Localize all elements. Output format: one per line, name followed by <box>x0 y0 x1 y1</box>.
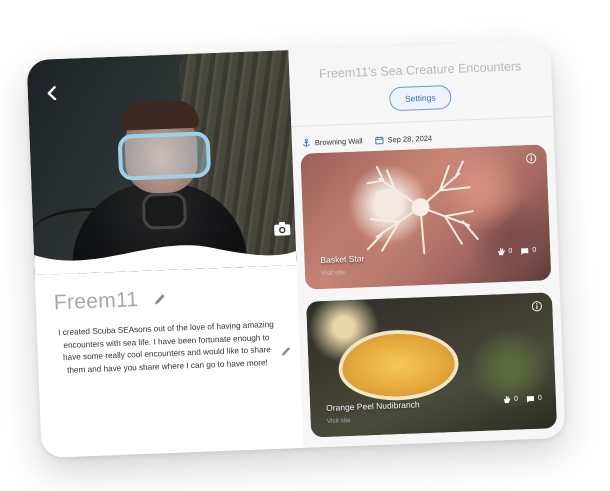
chevron-left-icon <box>47 86 57 101</box>
comment-count: 0 <box>537 394 543 402</box>
pencil-icon[interactable] <box>280 345 292 357</box>
profile-panel: Freem11 I created Scuba SEAsons out of t… <box>26 50 304 458</box>
card-title: Orange Peel Nudibranch <box>325 399 420 413</box>
card-link[interactable]: Visit site <box>321 269 345 277</box>
date-label: Sep 28, 2024 <box>387 133 433 145</box>
divider <box>291 116 554 128</box>
encounters-panel: Freem11's Sea Creature Encounters Settin… <box>288 40 566 448</box>
comment-count: 0 <box>532 246 537 254</box>
username: Freem11 <box>53 288 139 315</box>
calendar-icon <box>374 136 384 145</box>
card-stats: 0 0 <box>495 394 542 405</box>
comment-button[interactable]: 0 <box>526 394 542 403</box>
info-icon[interactable] <box>531 301 542 312</box>
hand-icon <box>504 396 511 404</box>
profile-bio: I created Scuba SEAsons out of the love … <box>57 319 274 375</box>
nudibranch-image <box>341 332 456 399</box>
card-link[interactable]: Visit site <box>327 417 351 425</box>
card-stats: 0 0 <box>489 246 536 257</box>
page-title: Freem11's Sea Creature Encounters <box>318 59 522 81</box>
basket-star-image <box>366 160 479 255</box>
hand-icon <box>498 248 505 256</box>
encounter-card[interactable]: Orange Peel Nudibranch Visit site 0 0 <box>306 292 558 438</box>
comment-icon <box>526 395 535 403</box>
filter-row: Browning Wall Sep 28, 2024 <box>302 133 445 147</box>
pencil-icon[interactable] <box>152 292 167 307</box>
back-button[interactable] <box>39 81 64 106</box>
like-count: 0 <box>508 247 513 255</box>
app-window: Freem11 I created Scuba SEAsons out of t… <box>26 40 566 458</box>
like-count: 0 <box>513 395 519 403</box>
location-filter[interactable]: Browning Wall <box>302 136 363 147</box>
anchor-icon <box>303 138 310 147</box>
card-title: Basket Star <box>320 253 365 266</box>
info-icon[interactable] <box>525 153 537 164</box>
profile-photo <box>26 50 297 276</box>
date-filter[interactable]: Sep 28, 2024 <box>374 134 432 145</box>
comment-icon <box>521 247 529 255</box>
username-row: Freem11 <box>53 287 166 315</box>
comment-button[interactable]: 0 <box>520 246 536 255</box>
like-button[interactable]: 0 <box>503 395 518 405</box>
like-button[interactable]: 0 <box>497 247 512 257</box>
encounter-card[interactable]: Basket Star Visit site 0 0 <box>300 144 552 290</box>
settings-button[interactable]: Settings <box>388 84 452 112</box>
camera-icon[interactable] <box>273 220 292 237</box>
location-label: Browning Wall <box>314 136 363 148</box>
